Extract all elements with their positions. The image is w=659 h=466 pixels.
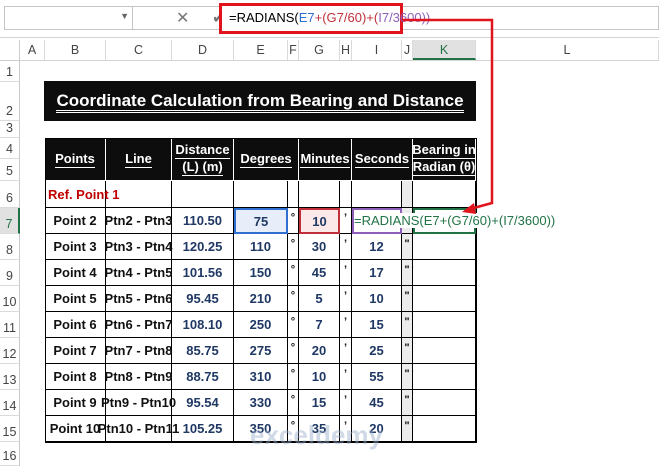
watermark-logo: exceldemy	[250, 420, 383, 450]
red-arrow-annotation	[403, 18, 494, 214]
